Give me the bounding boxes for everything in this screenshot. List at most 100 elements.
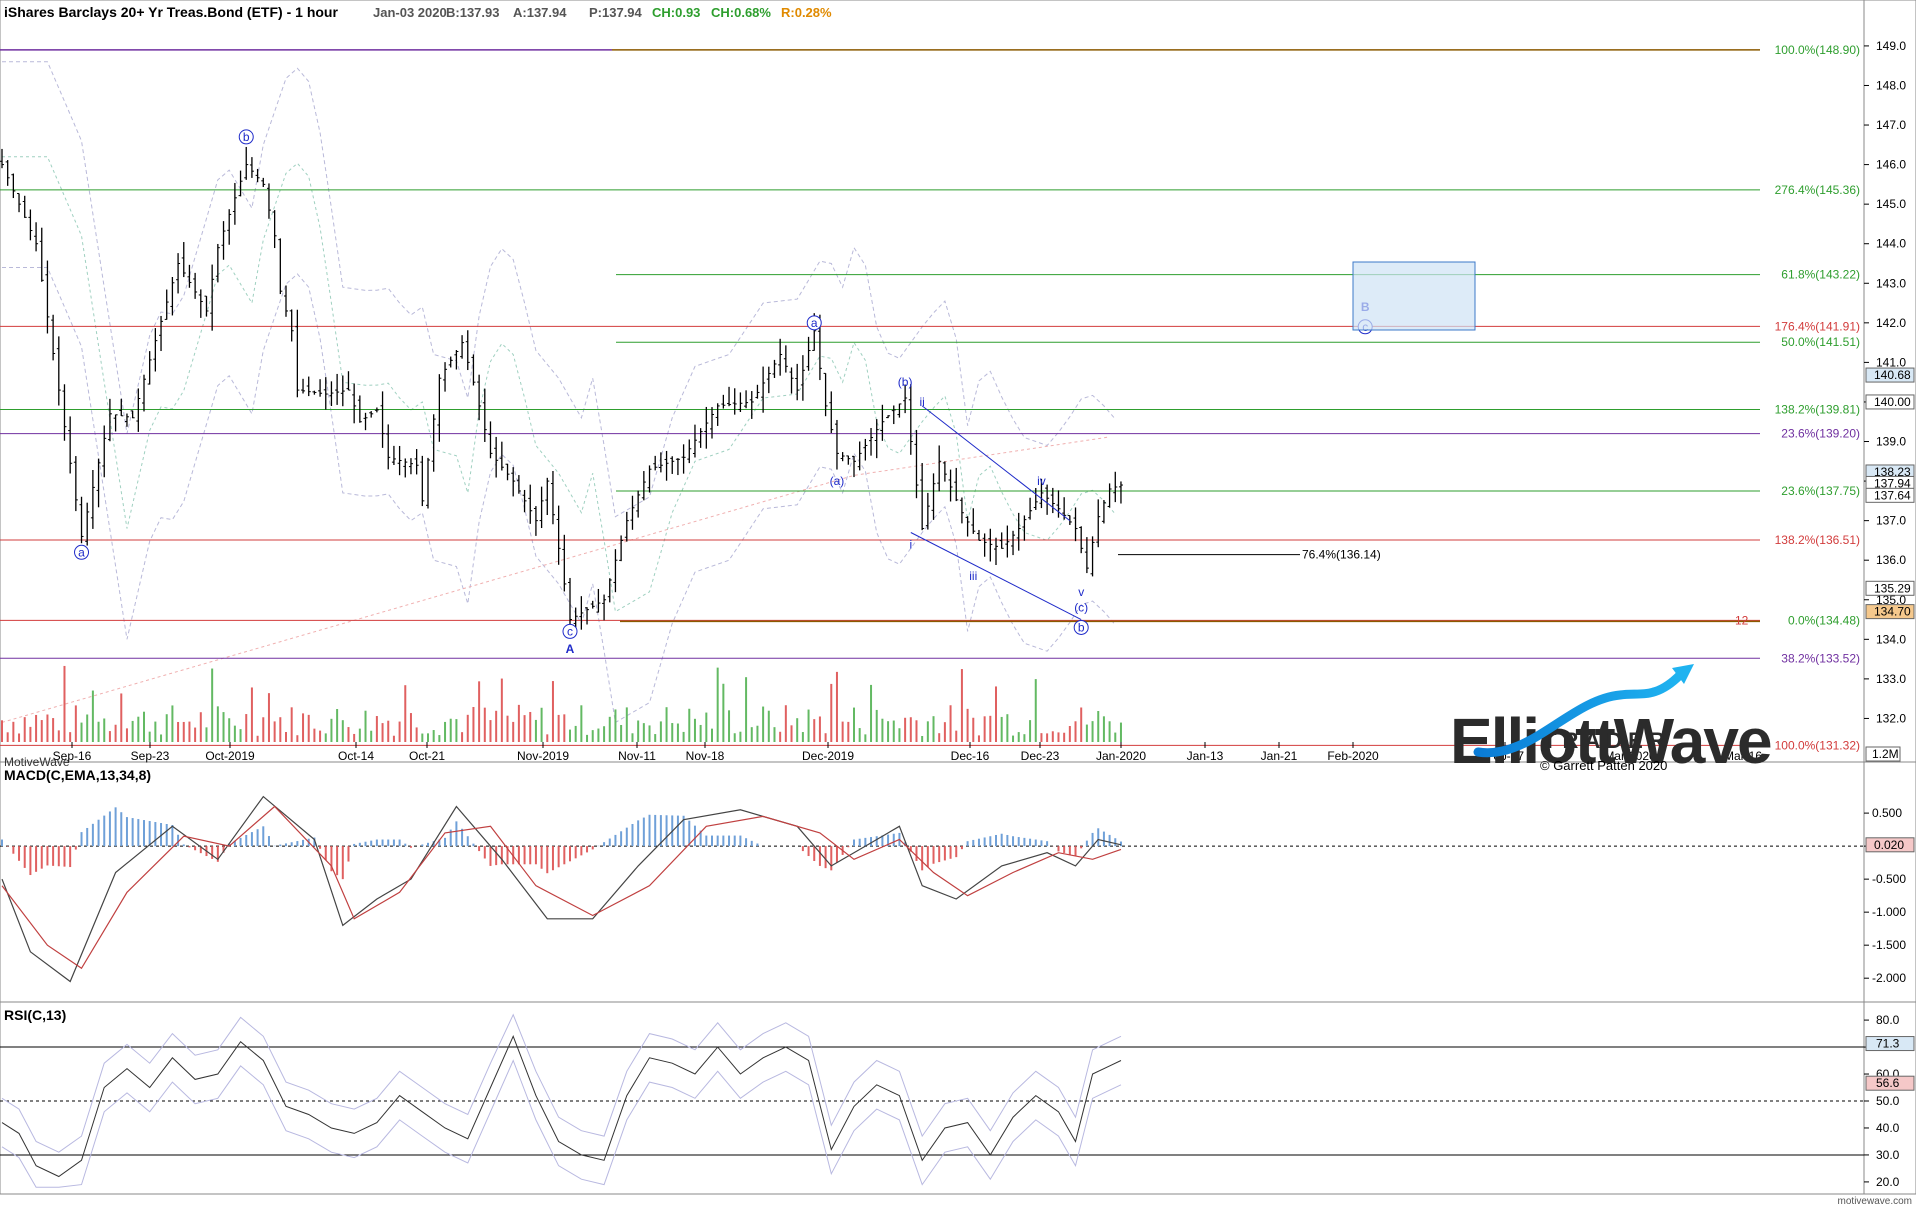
volume-bar	[370, 730, 373, 742]
volume-bar	[597, 728, 600, 742]
volume-bar	[943, 722, 946, 742]
volume-bar	[938, 733, 941, 742]
volume-bar	[489, 720, 492, 742]
footer-url: motivewave.com	[1838, 1196, 1912, 1206]
logo-subtext: TRADER	[1543, 728, 1671, 753]
volume-bar	[250, 687, 253, 742]
volume-bar	[608, 716, 611, 742]
volume-bar	[444, 721, 447, 742]
volume-bar	[199, 712, 202, 742]
rsi-tick-label: 50.0	[1876, 1094, 1900, 1108]
price-tick-label: 148.0	[1876, 78, 1906, 92]
volume-bar	[989, 715, 992, 742]
volume-bar	[875, 709, 878, 742]
volume-bar	[40, 720, 43, 742]
volume-bar	[733, 733, 736, 742]
volume-bar	[165, 714, 168, 742]
volume-bar	[438, 735, 441, 742]
volume-bar	[966, 708, 969, 742]
volume-bar	[921, 735, 924, 742]
volume-bar	[296, 735, 299, 742]
volume-bar	[29, 726, 32, 742]
volume-bar	[97, 721, 100, 742]
price-tick-label: 137.0	[1876, 514, 1906, 528]
macd-tick-label: -0.500	[1872, 872, 1906, 886]
volume-bar	[1074, 721, 1077, 742]
macd-tick-label: 0.500	[1872, 806, 1902, 820]
price-tick-label: 146.0	[1876, 158, 1906, 172]
volume-bar	[143, 711, 145, 742]
price-tick-label: 134.0	[1876, 632, 1906, 646]
volume-bar	[375, 716, 378, 742]
volume-bar	[483, 707, 486, 742]
volume-bar	[404, 685, 407, 742]
volume-bar	[716, 667, 719, 742]
volume-bar	[6, 732, 9, 742]
fib-label: 138.2%(139.81)	[1775, 402, 1860, 416]
volume-bar	[108, 731, 111, 742]
volume-bar	[705, 712, 708, 742]
volume-bar	[1108, 721, 1111, 742]
volume-bar	[171, 705, 174, 742]
volume-bar	[904, 717, 907, 742]
volume-bar	[398, 721, 401, 742]
volume-bar	[1080, 707, 1083, 742]
volume-bar	[160, 734, 163, 742]
price-tick-label: 144.0	[1876, 237, 1906, 251]
volume-bar	[319, 730, 322, 742]
price-tick-label: 132.0	[1876, 711, 1906, 725]
volume-bar	[500, 678, 503, 742]
volume-bar	[546, 734, 549, 742]
volume-bar	[358, 728, 361, 742]
volume-bar	[739, 731, 742, 742]
volume-bar	[148, 731, 151, 742]
volume-badge-label: 1.2M	[1872, 747, 1899, 761]
volume-bar	[631, 733, 634, 742]
volume-bar	[409, 713, 412, 742]
rsi-tick-label: 40.0	[1876, 1121, 1900, 1135]
wave-label: c	[567, 624, 573, 638]
volume-bar	[228, 718, 231, 742]
volume-bar	[534, 719, 537, 742]
price-tick-label: 143.0	[1876, 276, 1906, 290]
volume-bar	[46, 714, 49, 742]
volume-bar	[313, 728, 316, 742]
macd-tick-label: -1.000	[1872, 905, 1906, 919]
volume-bar	[1114, 732, 1117, 742]
volume-bar	[256, 735, 259, 742]
volume-bar	[177, 721, 180, 742]
volume-bar	[52, 718, 55, 742]
volume-bar	[790, 725, 793, 742]
volume-bar	[898, 728, 901, 742]
volume-bar	[1102, 716, 1105, 742]
volume-bar	[347, 727, 350, 742]
target-box[interactable]	[1352, 261, 1476, 331]
volume-bar	[137, 716, 140, 742]
volume-bar	[188, 721, 191, 742]
volume-bar	[74, 705, 77, 742]
volume-bar	[262, 717, 265, 742]
fib-label: 76.4%(136.14)	[1302, 548, 1381, 562]
volume-bar	[80, 722, 83, 742]
chart-canvas: 100.0%(148.90) 276.4%(145.36) 61.8%(143.22…	[0, 0, 1916, 1206]
volume-bar	[1068, 726, 1071, 742]
fib-label: 23.6%(139.20)	[1781, 427, 1860, 441]
volume-bar	[983, 716, 986, 742]
rsi-panel	[0, 1001, 1865, 1195]
volume-bar	[381, 723, 384, 742]
volume-bar	[23, 717, 26, 742]
volume-bar	[57, 730, 60, 742]
volume-bar	[909, 717, 912, 742]
header-change-pct: CH:0.68%	[711, 5, 771, 20]
header-price: P:137.94	[589, 5, 643, 20]
volume-bar	[864, 734, 867, 742]
macd-title: MACD(C,EMA,13,34,8)	[4, 767, 151, 783]
macd-panel	[0, 761, 1865, 1003]
volume-bar	[341, 720, 344, 742]
volume-bar	[205, 727, 208, 742]
fib-label: 38.2%(133.52)	[1781, 651, 1860, 665]
volume-bar	[285, 731, 287, 742]
volume-bar	[336, 709, 339, 742]
volume-bar	[69, 732, 72, 742]
price-tick-label: 147.0	[1876, 118, 1906, 132]
